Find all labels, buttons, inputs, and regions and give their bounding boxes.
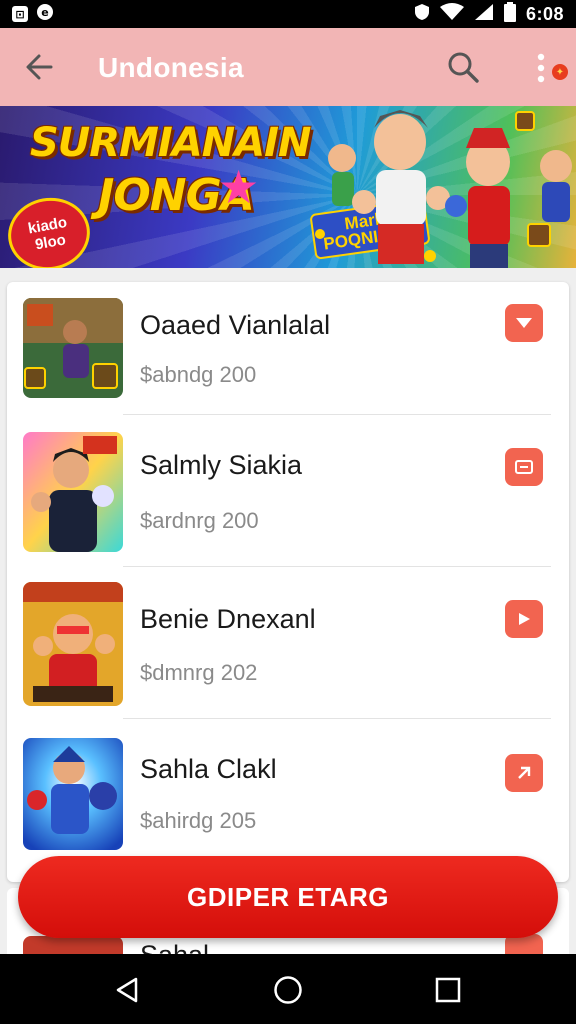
divider — [123, 566, 551, 567]
game-price: $abndg 200 — [140, 362, 257, 387]
battery-icon — [503, 1, 516, 27]
wallet-icon — [515, 460, 533, 474]
divider — [123, 414, 551, 415]
game-thumbnail — [23, 298, 123, 398]
divider — [123, 718, 551, 719]
more-vertical-icon — [537, 53, 545, 83]
game-list: Oaaed Vianlalal $abndg 200 Salmly Siakia… — [7, 282, 569, 882]
notification-icon: e — [36, 3, 54, 26]
game-action-button[interactable] — [505, 600, 543, 638]
arrow-up-right-icon — [518, 766, 531, 779]
nav-recents-button[interactable] — [432, 974, 464, 1006]
status-bar-left: ⊡ e — [12, 3, 54, 26]
svg-text:e: e — [41, 6, 48, 19]
game-name: Salmly Siakia — [140, 450, 303, 480]
game-price: $ardnrg 200 — [140, 508, 259, 533]
more-options-button[interactable] — [526, 48, 556, 88]
game-thumbnail — [23, 432, 123, 552]
game-action-button[interactable] — [505, 304, 543, 342]
game-price: $dmnrg 202 — [140, 660, 258, 685]
sim-card-icon: ⊡ — [12, 6, 28, 22]
search-icon — [448, 52, 479, 83]
list-item[interactable]: Salmly Siakia $ardnrg 200 — [7, 432, 569, 582]
status-bar: ⊡ e 6:08 — [0, 0, 576, 28]
page-title: Undonesia — [98, 52, 244, 83]
arrow-left-icon — [26, 54, 53, 80]
banner-characters — [315, 110, 572, 268]
home-circle-icon — [274, 976, 302, 1004]
game-thumbnail — [23, 738, 123, 850]
game-thumbnail — [23, 582, 123, 706]
back-button[interactable] — [22, 50, 56, 84]
signal-icon — [474, 3, 494, 26]
system-nav-bar — [0, 954, 576, 1024]
nav-back-button[interactable] — [112, 974, 144, 1006]
promo-banner[interactable]: SURMIANAIN JONGA kiado 9loo ★ Markil POQ… — [0, 106, 576, 268]
game-action-button[interactable] — [505, 448, 543, 486]
notification-dot-icon: ✦ — [552, 64, 568, 80]
shield-icon — [414, 3, 430, 26]
game-price: $ahirdg 205 — [140, 808, 257, 833]
play-icon — [519, 613, 530, 625]
game-name: Oaaed Vianlalal — [140, 310, 331, 340]
list-item[interactable]: Oaaed Vianlalal $abndg 200 — [7, 282, 569, 432]
star-icon: ★ — [218, 161, 260, 213]
search-button[interactable] — [444, 48, 482, 86]
app-bar: Undonesia ✦ — [0, 28, 576, 106]
nav-home-button[interactable] — [272, 974, 304, 1006]
game-name: Sahla Clakl — [140, 754, 277, 784]
wifi-icon — [439, 2, 464, 26]
cta-button[interactable]: GDIPER ETARG — [18, 856, 558, 938]
back-triangle-icon — [116, 977, 138, 1003]
recents-square-icon — [435, 977, 461, 1003]
status-time: 6:08 — [525, 3, 564, 24]
status-bar-right: 6:08 — [414, 1, 564, 27]
list-item[interactable]: Benie Dnexanl $dmnrg 202 — [7, 582, 569, 732]
game-name: Benie Dnexanl — [140, 604, 316, 634]
banner-title-line1: SURMIANAIN — [30, 120, 312, 166]
game-action-button[interactable] — [505, 754, 543, 792]
chevron-down-icon — [516, 318, 532, 328]
